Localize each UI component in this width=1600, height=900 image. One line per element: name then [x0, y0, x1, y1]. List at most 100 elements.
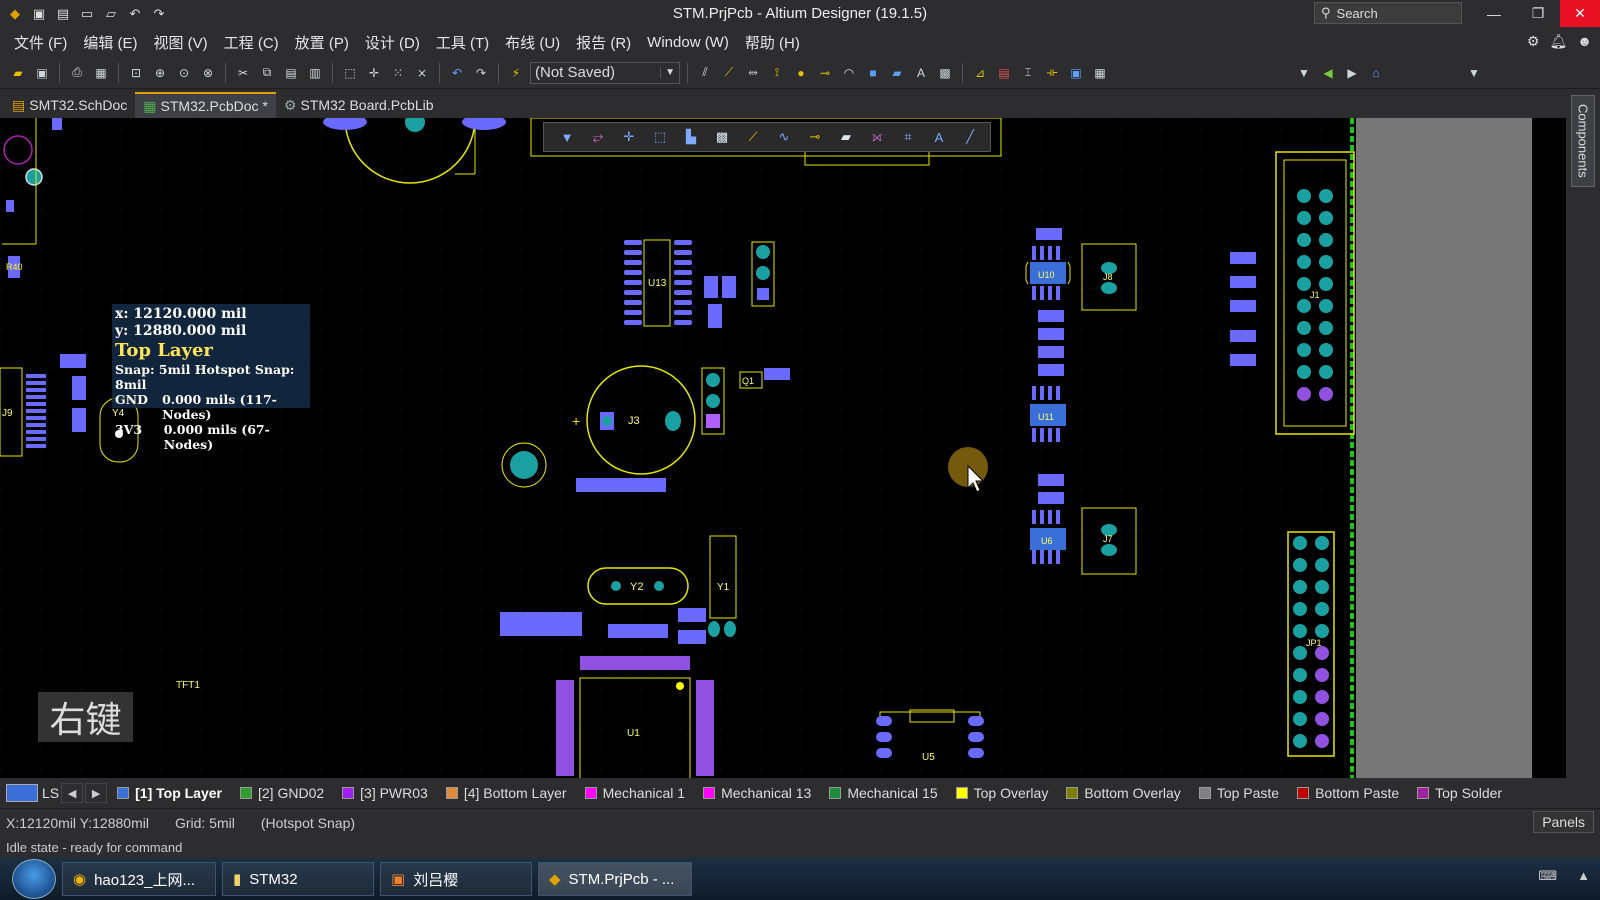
- panels-button[interactable]: Panels: [1533, 811, 1594, 833]
- place-string-icon[interactable]: A: [911, 63, 931, 83]
- menu-edit[interactable]: 编辑 (E): [75, 32, 145, 53]
- layer-next-button[interactable]: ▶: [85, 783, 108, 803]
- copy-icon[interactable]: ⧉: [257, 63, 277, 83]
- keyboard-icon[interactable]: ⌨: [1538, 868, 1557, 884]
- layer-prev-button[interactable]: ◀: [61, 783, 84, 803]
- distribute-icon[interactable]: ▤: [994, 63, 1014, 83]
- move-icon[interactable]: ✛: [618, 127, 640, 147]
- menu-reports[interactable]: 报告 (R): [568, 32, 639, 53]
- print-icon[interactable]: ⎙: [67, 63, 87, 83]
- dimension-icon[interactable]: ⟛: [1042, 63, 1062, 83]
- select-icon[interactable]: ⬚: [649, 127, 671, 147]
- align-icon[interactable]: ⊿: [970, 63, 990, 83]
- paste-icon[interactable]: ▤: [281, 63, 301, 83]
- menu-view[interactable]: 视图 (V): [146, 32, 216, 53]
- menu-tools[interactable]: 工具 (T): [428, 32, 497, 53]
- room-icon[interactable]: ⌶: [1018, 63, 1038, 83]
- print-preview-icon[interactable]: ▦: [91, 63, 111, 83]
- back-icon[interactable]: ◀: [1318, 63, 1338, 83]
- place-fill-icon[interactable]: ■: [863, 63, 883, 83]
- route-multiple-icon[interactable]: ⟋: [719, 63, 739, 83]
- zoom-fit-icon[interactable]: ⊡: [126, 63, 146, 83]
- minimize-button[interactable]: —: [1474, 0, 1514, 27]
- select-area-icon[interactable]: ⬚: [340, 63, 360, 83]
- layer-tab-mech1[interactable]: Mechanical 1: [577, 781, 694, 805]
- save-icon[interactable]: ▣: [30, 5, 48, 23]
- forward-icon[interactable]: ▶: [1342, 63, 1362, 83]
- cut-icon[interactable]: ✂: [233, 63, 253, 83]
- close-button[interactable]: ✕: [1560, 0, 1600, 27]
- taskbar-item-browser[interactable]: ◉ hao123_上网...: [62, 862, 216, 896]
- layer-tab-bottom-overlay[interactable]: Bottom Overlay: [1058, 781, 1188, 805]
- grid-icon[interactable]: ▦: [1090, 63, 1110, 83]
- filter-icon[interactable]: ▼: [556, 127, 578, 147]
- layer-tab-top-solder[interactable]: Top Solder: [1409, 781, 1510, 805]
- menu-design[interactable]: 设计 (D): [357, 32, 428, 53]
- undo-icon[interactable]: ↶: [447, 63, 467, 83]
- search-box[interactable]: ⚲ Search: [1314, 2, 1462, 24]
- taskbar-item-chat[interactable]: ▣ 刘吕樱: [380, 862, 532, 896]
- layer-tab-mech13[interactable]: Mechanical 13: [695, 781, 819, 805]
- redo-icon[interactable]: ↷: [150, 5, 168, 23]
- layer-set-selector[interactable]: LS: [6, 783, 59, 803]
- menu-file[interactable]: 文件 (F): [6, 32, 75, 53]
- bell-icon[interactable]: 🔔︎: [1549, 33, 1567, 50]
- dropdown-icon[interactable]: ▼: [1294, 63, 1314, 83]
- layer-tab-top-overlay[interactable]: Top Overlay: [948, 781, 1057, 805]
- cross-probe-icon[interactable]: ⚡: [506, 63, 526, 83]
- layer-tab-mech15[interactable]: Mechanical 15: [821, 781, 945, 805]
- layer-tab-bottom-paste[interactable]: Bottom Paste: [1289, 781, 1407, 805]
- save-state-combo[interactable]: (Not Saved) ▼: [530, 61, 680, 84]
- menu-window[interactable]: Window (W): [639, 34, 737, 51]
- redo-icon[interactable]: ↷: [471, 63, 491, 83]
- layer-tab-top[interactable]: [1] Top Layer: [109, 781, 230, 805]
- taskbar-item-altium[interactable]: ◆ STM.PrjPcb - ...: [538, 862, 692, 896]
- polygon-icon[interactable]: ▰: [835, 127, 857, 147]
- diff-pair-icon[interactable]: ⥈: [743, 63, 763, 83]
- component-icon[interactable]: ▩: [711, 127, 733, 147]
- toolbar-menu-icon[interactable]: ▼: [1464, 63, 1484, 83]
- open-icon[interactable]: ▭: [78, 5, 96, 23]
- route-icon[interactable]: ⟋: [742, 127, 764, 147]
- zoom-filter-icon[interactable]: ⊗: [198, 63, 218, 83]
- dimension-icon[interactable]: ⌗: [897, 127, 919, 147]
- layer-tab-pwr03[interactable]: [3] PWR03: [334, 781, 436, 805]
- place-arc-icon[interactable]: ◠: [839, 63, 859, 83]
- line-icon[interactable]: ╱: [959, 127, 981, 147]
- start-button[interactable]: [12, 859, 56, 899]
- length-tuning-icon[interactable]: ⟟: [767, 63, 787, 83]
- layer-tab-top-paste[interactable]: Top Paste: [1191, 781, 1287, 805]
- save-all-icon[interactable]: ▤: [54, 5, 72, 23]
- select-connected-icon[interactable]: ⁙: [388, 63, 408, 83]
- zoom-selected-icon[interactable]: ⊙: [174, 63, 194, 83]
- net-icon[interactable]: ⥂: [587, 127, 609, 147]
- layer-tab-gnd02[interactable]: [2] GND02: [232, 781, 332, 805]
- restore-button[interactable]: ❐: [1518, 0, 1558, 27]
- tray-expand-icon[interactable]: ▲: [1577, 868, 1590, 884]
- place-pad-icon[interactable]: ●: [791, 63, 811, 83]
- gear-icon[interactable]: ⚙: [1527, 33, 1540, 50]
- menu-route[interactable]: 布线 (U): [497, 32, 568, 53]
- menu-place[interactable]: 放置 (P): [287, 32, 357, 53]
- menu-help[interactable]: 帮助 (H): [737, 32, 808, 53]
- align-icon[interactable]: ▙: [680, 127, 702, 147]
- open-folder-icon[interactable]: ▰: [8, 63, 28, 83]
- diff-pair-icon[interactable]: ∿: [773, 127, 795, 147]
- save-icon[interactable]: ▣: [32, 63, 52, 83]
- via-icon[interactable]: ⊸: [804, 127, 826, 147]
- rubber-stamp-icon[interactable]: ▥: [305, 63, 325, 83]
- clear-filter-icon[interactable]: ⨯: [412, 63, 432, 83]
- zoom-area-icon[interactable]: ⊕: [150, 63, 170, 83]
- keepout-icon[interactable]: ⟗: [866, 127, 888, 147]
- home-icon[interactable]: ⌂: [1366, 63, 1386, 83]
- place-component-icon[interactable]: ▩: [935, 63, 955, 83]
- tab-schdoc[interactable]: ▤ SMT32.SchDoc: [4, 92, 135, 118]
- tab-pcblib[interactable]: ⚙ STM32 Board.PcbLib: [276, 92, 442, 118]
- taskbar-item-folder[interactable]: ▮ STM32: [222, 862, 374, 896]
- place-via-icon[interactable]: ⊸: [815, 63, 835, 83]
- text-icon[interactable]: A: [928, 127, 950, 147]
- user-icon[interactable]: ☻: [1577, 33, 1592, 50]
- undo-icon[interactable]: ↶: [126, 5, 144, 23]
- tab-pcbdoc[interactable]: ▦ STM32.PcbDoc *: [135, 92, 276, 118]
- snap-grid-icon[interactable]: ▣: [1066, 63, 1086, 83]
